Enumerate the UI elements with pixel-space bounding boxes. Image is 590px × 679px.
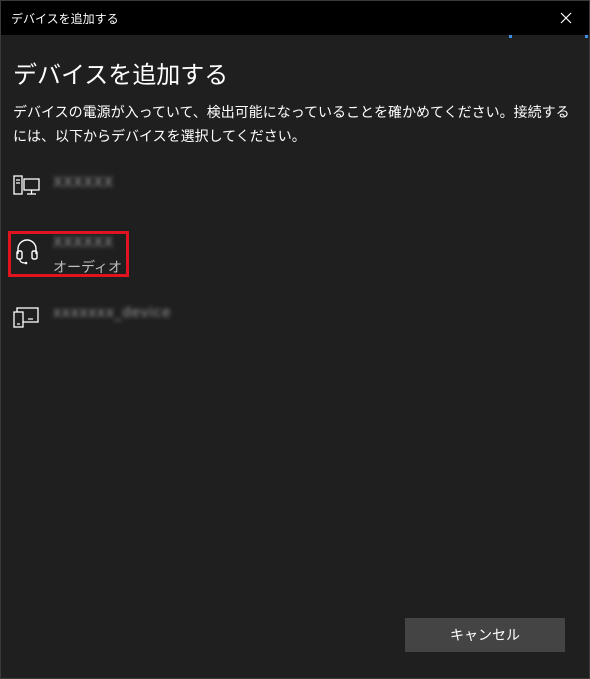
display-device-icon — [13, 307, 39, 328]
cancel-button[interactable]: キャンセル — [405, 618, 565, 652]
title-bar: デバイスを追加する — [1, 1, 589, 35]
close-icon — [560, 12, 572, 24]
progress-dot — [585, 35, 588, 38]
progress-dot — [509, 35, 512, 38]
selection-highlight — [8, 231, 129, 277]
close-button[interactable] — [543, 1, 589, 35]
desktop-computer-icon — [13, 175, 40, 195]
page-title: デバイスを追加する — [13, 61, 229, 89]
device-item-display[interactable]: xxxxxxx_device — [9, 299, 579, 347]
instructions-text: デバイスの電源が入っていて、検出可能になっていることを確かめてください。接続する… — [13, 105, 570, 145]
device-name: XXXXXX — [53, 175, 114, 191]
add-device-window: デバイスを追加する デバイスを追加する デバイスの電源が入っていて、検出可能にな… — [0, 0, 590, 679]
window-title: デバイスを追加する — [11, 12, 119, 26]
device-item-computer[interactable]: XXXXXX — [9, 167, 579, 215]
device-name: xxxxxxx_device — [53, 305, 171, 321]
